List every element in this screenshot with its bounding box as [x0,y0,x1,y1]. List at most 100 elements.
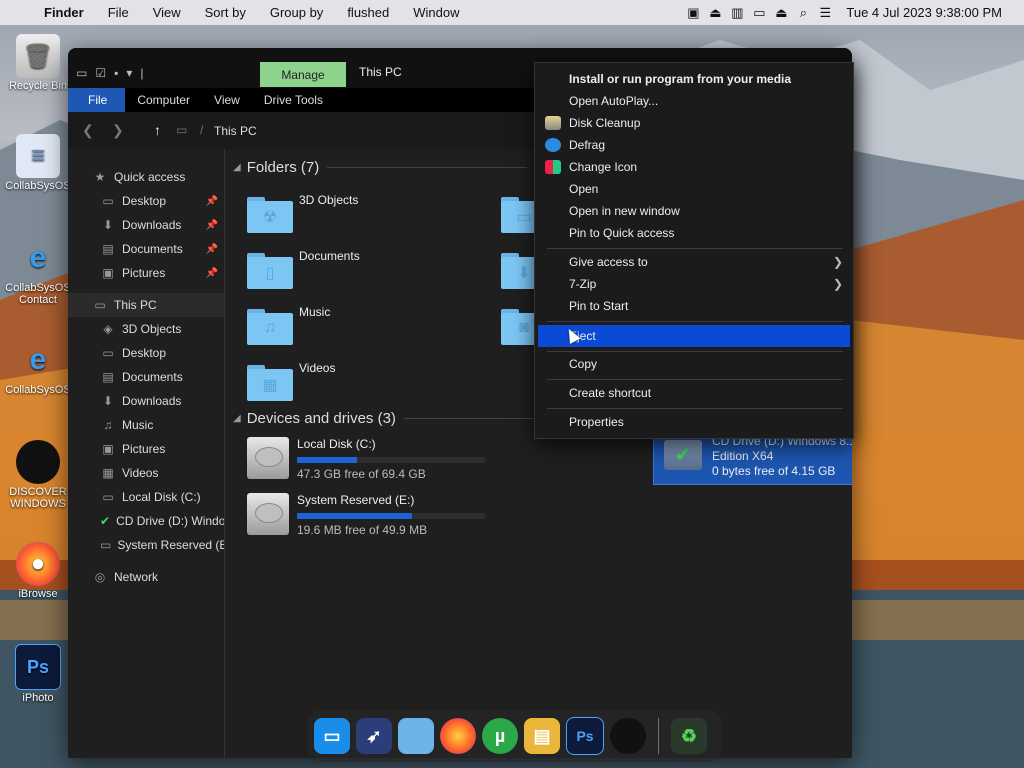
menu-item-open[interactable]: Open [535,178,853,200]
menu-group-by[interactable]: Group by [258,5,335,20]
drive-system-reserved-e[interactable]: System Reserved (E:) 19.6 MB free of 49.… [247,493,487,543]
desktop-icon-ibrowse[interactable]: ● iBrowse [3,542,73,600]
menu-item-properties[interactable]: Properties [535,411,853,433]
tab-file[interactable]: File [68,88,126,112]
menu-item-label: Pin to Start [569,299,629,313]
menu-item-copy[interactable]: Copy [535,353,853,375]
tab-drive-tools[interactable]: Drive Tools [252,88,335,112]
nav-downloads[interactable]: ⬇ Downloads [68,389,224,413]
eject-icon[interactable]: ⏏ [770,5,792,21]
menu-item-pin-start[interactable]: Pin to Start [535,295,853,317]
group-title: Devices and drives (3) [246,410,396,427]
desktop-icon-label: DISCOVER WINDOWS [9,486,67,510]
nav-desktop[interactable]: ▭ Desktop [68,341,224,365]
finder-icon[interactable]: ▭ [314,718,350,754]
tab-manage[interactable]: Manage [260,62,346,87]
forward-icon[interactable]: ❯ [112,122,124,139]
menu-item-defrag[interactable]: Defrag [535,134,853,156]
menu-item-disk-cleanup[interactable]: Disk Cleanup [535,112,853,134]
menu-item-open-autoplay[interactable]: Open AutoPlay... [535,90,853,112]
eject-circle-icon[interactable]: ⏏ [704,5,726,21]
nav-network[interactable]: ◎ Network [68,565,224,589]
launchpad-icon[interactable]: ➶ [356,718,392,754]
desktop-icon-recycle-bin[interactable]: 🗑 Recycle Bin [3,34,73,92]
menu-finder[interactable]: Finder [32,5,96,20]
nav-cd-drive-d[interactable]: ✔ CD Drive (D:) Windows 8.1 Aero Edition … [68,509,224,533]
drive-icon[interactable]: ▭ [748,5,770,21]
menu-item-create-shortcut[interactable]: Create shortcut [535,382,853,404]
folders-group-header[interactable]: ◢ Folders (7) [233,159,528,176]
photoshop-icon[interactable]: Ps [566,717,604,755]
recycle-icon[interactable]: ♻ [671,718,707,754]
menu-item-label: Pin to Quick access [569,226,675,240]
properties-icon[interactable]: ☑ [95,66,106,80]
nav-quick-documents[interactable]: ▤ Documents 📌 [68,237,224,261]
music-note-icon: ♫ [103,418,113,432]
document-icon: ▤ [102,242,114,256]
folder-documents[interactable]: ▯ Documents [247,245,487,295]
folder-icon[interactable] [398,718,434,754]
nav-local-disk-c[interactable]: ▭ Local Disk (C:) [68,485,224,509]
desktop-icon-collabsysos-contact[interactable]: e CollabSysOS Contact [3,236,73,306]
devices-group-header[interactable]: ◢ Devices and drives (3) [233,410,544,427]
nav-quick-pictures[interactable]: ▣ Pictures 📌 [68,261,224,285]
nav-quick-downloads[interactable]: ⬇ Downloads 📌 [68,213,224,237]
sidebar-icon[interactable]: ▥ [726,5,748,21]
desktop-icon-iphoto[interactable]: Ps iPhoto [3,644,73,704]
divider [403,418,544,419]
folder-name: 3D Objects [299,193,359,207]
notes-icon[interactable]: ▤ [524,718,560,754]
utorrent-icon[interactable]: µ [482,718,518,754]
menu-item-label: Disk Cleanup [569,116,641,130]
menu-separator [547,248,843,249]
menu-item-label: Open [569,182,599,196]
document-icon: ≡ [16,134,60,178]
nav-this-pc[interactable]: ▭ This PC [68,293,224,317]
menu-item-7zip[interactable]: 7-Zip ❯ [535,273,853,295]
menu-sort-by[interactable]: Sort by [193,5,258,20]
menu-item-change-icon[interactable]: Change Icon [535,156,853,178]
up-arrow-icon[interactable]: ↑ [154,122,161,138]
menu-item-install-run[interactable]: Install or run program from your media [535,68,853,90]
menu-item-give-access[interactable]: Give access to ❯ [535,251,853,273]
nav-system-reserved-e[interactable]: ▭ System Reserved (E:) [68,533,224,557]
drive-local-disk-c[interactable]: Local Disk (C:) 47.3 GB free of 69.4 GB [247,437,487,487]
menu-item-open-new-window[interactable]: Open in new window [535,200,853,222]
folder-3d-objects[interactable]: ☢ 3D Objects [247,189,487,239]
nav-3d-objects[interactable]: ◈ 3D Objects [68,317,224,341]
folder-videos[interactable]: ▦ Videos [247,357,487,407]
menu-flushed[interactable]: flushed [335,5,401,20]
menu-window[interactable]: Window [401,5,471,20]
display-icon[interactable]: ▣ [682,5,704,21]
folder-music[interactable]: ♫ Music [247,301,487,351]
tab-computer[interactable]: Computer [125,88,202,112]
search-icon[interactable]: ⌕ [792,5,814,21]
nav-quick-access[interactable]: ★ Quick access [68,165,224,189]
nav-videos[interactable]: ▦ Videos [68,461,224,485]
nav-documents[interactable]: ▤ Documents [68,365,224,389]
drive-usage-fill [297,457,358,463]
menu-item-eject[interactable]: Eject [538,325,850,347]
menu-file[interactable]: File [96,5,141,20]
desktop-icon-collabsysos-2[interactable]: e CollabSysOS [3,338,73,396]
pin-icon: 📌 [205,195,218,207]
firefox-icon[interactable] [440,718,476,754]
nav-label: System Reserved (E:) [117,538,224,552]
back-icon[interactable]: ❮ [82,122,94,139]
apple-icon[interactable] [610,718,646,754]
computer-icon[interactable]: ▭ [76,66,87,80]
desktop-icon-discover-windows[interactable]: DISCOVER WINDOWS [3,440,73,510]
control-center-icon[interactable]: ☰ [814,5,836,21]
chevron-down-icon[interactable]: ▾ [126,66,132,80]
new-folder-icon[interactable]: ▪ [114,66,118,80]
breadcrumb[interactable]: This PC [214,124,257,138]
tab-view[interactable]: View [202,88,252,112]
desktop-icon-collabsysos-1[interactable]: ≡ CollabSysOS [3,134,73,192]
nav-music[interactable]: ♫ Music [68,413,224,437]
menubar-clock[interactable]: Tue 4 Jul 2023 9:38:00 PM [836,5,1024,20]
nav-pictures[interactable]: ▣ Pictures [68,437,224,461]
nav-quick-desktop[interactable]: ▭ Desktop 📌 [68,189,224,213]
menu-view[interactable]: View [141,5,193,20]
menu-item-pin-quick-access[interactable]: Pin to Quick access [535,222,853,244]
drive-cd-d[interactable]: ✔ CD Drive (D:) Windows 8.1 Aero Edition… [653,431,852,485]
